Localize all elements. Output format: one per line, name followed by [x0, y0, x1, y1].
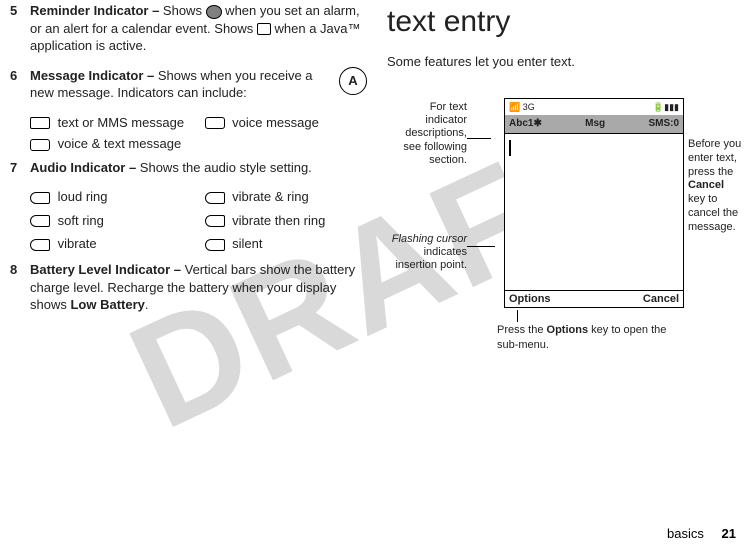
callout-text: Press the: [497, 324, 547, 336]
callout-bold: Cancel: [688, 179, 724, 191]
item-battery-indicator: 8 Battery Level Indicator – Vertical bar…: [10, 261, 367, 314]
sub-entry: vibrate: [30, 235, 193, 253]
phone-screen: 📶 3G 🔋▮▮▮ Abc1✱ Msg SMS:0 Options Cancel: [504, 98, 684, 308]
section-intro: Some features let you enter text.: [387, 53, 744, 71]
item-number: 7: [10, 159, 30, 177]
message-ring-icon: A: [339, 67, 367, 95]
title-left: Abc1✱: [509, 117, 542, 131]
low-battery-label: Low Battery: [70, 297, 144, 312]
item-reminder-indicator: 5 Reminder Indicator – Shows when you se…: [10, 2, 367, 55]
phone-title-bar: Abc1✱ Msg SMS:0: [505, 115, 683, 133]
sub-entry: voice & text message: [30, 135, 367, 153]
status-right: 🔋▮▮▮: [653, 101, 679, 113]
callout-text: key to cancel the message.: [688, 193, 738, 233]
callout-cursor: Flashing cursor indicates insertion poin…: [387, 233, 467, 273]
sub-entry: vibrate & ring: [205, 188, 368, 206]
right-column: text entry Some features let you enter t…: [387, 2, 744, 549]
sub-text: silent: [232, 236, 262, 251]
item-text: Shows: [163, 3, 206, 18]
item-label: Reminder Indicator –: [30, 3, 163, 18]
voicemail-icon: [205, 117, 225, 129]
callout-indicator-descriptions: For text indicator descriptions, see fol…: [387, 101, 467, 167]
item-label: Battery Level Indicator –: [30, 262, 185, 277]
item-number: 6: [10, 67, 30, 102]
item-label: Audio Indicator –: [30, 160, 140, 175]
phone-text-area: [505, 133, 683, 291]
callout-cursor-em: Flashing cursor: [392, 233, 467, 245]
leader-line: [467, 138, 491, 139]
item-text: Shows the audio style setting.: [140, 160, 312, 175]
item-audio-indicator: 7 Audio Indicator – Shows the audio styl…: [10, 159, 367, 177]
title-right: SMS:0: [648, 117, 679, 131]
sub-entry: silent: [205, 235, 368, 253]
sub-text: text or MMS message: [58, 115, 184, 130]
sub-text: vibrate: [58, 236, 97, 251]
left-column: 5 Reminder Indicator – Shows when you se…: [10, 2, 367, 549]
text-entry-diagram: For text indicator descriptions, see fol…: [387, 78, 744, 378]
soft-ring-icon: [30, 215, 50, 227]
phone-softkey-bar: Options Cancel: [505, 291, 683, 307]
sub-entry: voice message: [205, 114, 368, 132]
item-number: 5: [10, 2, 30, 55]
phone-status-bar: 📶 3G 🔋▮▮▮: [505, 99, 683, 115]
silent-icon: [205, 239, 225, 251]
callout-text: Before you enter text, press the: [688, 138, 741, 178]
vibrate-icon: [30, 239, 50, 251]
callout-cancel-key: Before you enter text, press the Cancel …: [688, 138, 744, 234]
item-label: Message Indicator –: [30, 68, 158, 83]
callout-cursor-rest: indicates insertion point.: [395, 246, 467, 271]
item-text: .: [145, 297, 149, 312]
message-sub-grid: text or MMS message voice message voice …: [30, 114, 367, 153]
alarm-icon: [206, 5, 222, 19]
java-icon: [257, 23, 271, 35]
softkey-cancel: Cancel: [643, 292, 679, 307]
vibrate-ring-icon: [205, 192, 225, 204]
envelope-icon: [30, 117, 50, 129]
sub-entry: soft ring: [30, 212, 193, 230]
sub-text: vibrate & ring: [232, 189, 309, 204]
sub-text: voice & text message: [58, 136, 182, 151]
text-cursor: [509, 140, 511, 156]
status-left: 📶 3G: [509, 101, 535, 113]
leader-line: [467, 246, 495, 247]
audio-sub-grid: loud ring vibrate & ring soft ring vibra…: [30, 188, 367, 253]
sub-text: vibrate then ring: [232, 213, 325, 228]
softkey-options: Options: [509, 292, 551, 307]
item-message-indicator: 6 A Message Indicator – Shows when you r…: [10, 67, 367, 102]
sub-text: soft ring: [58, 213, 104, 228]
vibrate-then-ring-icon: [205, 215, 225, 227]
item-number: 8: [10, 261, 30, 314]
callout-options-key: Press the Options key to open the sub-me…: [497, 323, 677, 353]
sub-text: loud ring: [58, 189, 108, 204]
voice-text-icon: [30, 139, 50, 151]
callout-bold: Options: [547, 324, 589, 336]
leader-line: [517, 310, 518, 322]
section-heading: text entry: [387, 2, 744, 43]
sub-entry: vibrate then ring: [205, 212, 368, 230]
sub-text: voice message: [232, 115, 319, 130]
sub-entry: loud ring: [30, 188, 193, 206]
loud-ring-icon: [30, 192, 50, 204]
sub-entry: text or MMS message: [30, 114, 193, 132]
title-mid: Msg: [542, 117, 649, 131]
